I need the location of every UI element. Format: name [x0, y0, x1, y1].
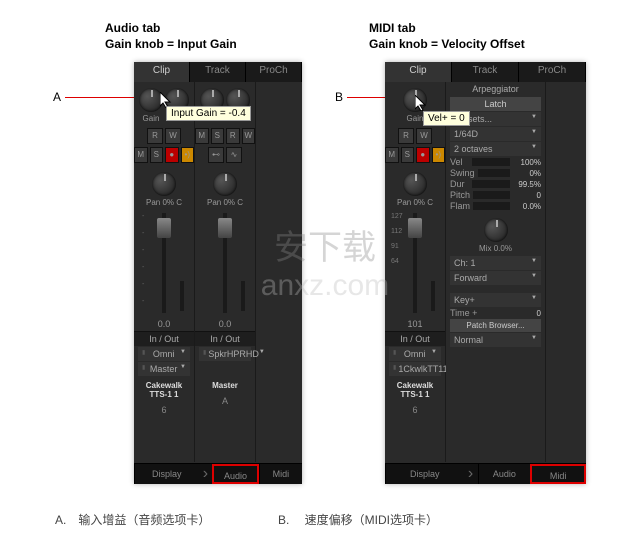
pan-knob-master[interactable] — [213, 172, 237, 196]
callout-b: B — [335, 90, 343, 104]
footer-display[interactable]: Display — [134, 464, 198, 484]
arp-normal[interactable]: Normal — [450, 333, 541, 347]
tab-proch-r[interactable]: ProCh — [519, 62, 586, 82]
echo-button[interactable]: •) — [181, 147, 195, 163]
echo-midi[interactable]: •) — [432, 147, 446, 163]
tab-track-r[interactable]: Track — [452, 62, 519, 82]
footer-audio-tab[interactable]: Audio — [212, 464, 258, 484]
input-dropdown[interactable]: Omni — [138, 347, 190, 361]
tab-clip[interactable]: Clip — [134, 62, 190, 82]
output-dropdown[interactable]: Master — [138, 362, 190, 376]
output-spkr[interactable]: SpkrHPRHD — [199, 347, 251, 361]
footer-midi-tab[interactable]: Midi — [259, 464, 302, 484]
solo-midi[interactable]: S — [401, 147, 415, 163]
heading-midi-tab: MIDI tab — [369, 21, 525, 37]
heading-audio-tab: Audio tab — [105, 21, 237, 37]
fader-value: 0.0 — [134, 317, 194, 331]
arp-dur-slider[interactable] — [472, 180, 510, 188]
arp-swing-slider[interactable] — [478, 169, 510, 177]
arp-rate[interactable]: 1/64D — [450, 127, 541, 141]
callout-a: A — [53, 90, 61, 104]
arp-pitch-slider[interactable] — [473, 191, 510, 199]
arp-key[interactable]: Key+ — [450, 293, 541, 307]
input-midi[interactable]: Omni — [389, 347, 441, 361]
record-midi[interactable]: ● — [416, 147, 430, 163]
track-name: Cakewalk TTS-1 1 — [134, 377, 194, 403]
link-button[interactable]: ⊷ — [208, 147, 224, 163]
pan-label-2: Pan 0% C — [138, 198, 190, 207]
read-button[interactable]: R — [147, 128, 163, 144]
footnote-b: B. 速度偏移（MIDI选项卡） — [278, 511, 438, 528]
arp-channel[interactable]: Ch: 1 — [450, 256, 541, 270]
tooltip-input-gain: Input Gain = -0.4 — [166, 106, 251, 121]
pan-midi[interactable] — [403, 172, 427, 196]
arp-direction[interactable]: Forward — [450, 271, 541, 285]
heading-midi-sub: Gain knob = Velocity Offset — [369, 37, 525, 53]
read-midi[interactable]: R — [398, 128, 414, 144]
record-button[interactable]: ● — [165, 147, 179, 163]
solo-button[interactable]: S — [150, 147, 164, 163]
arp-flam-slider[interactable] — [473, 202, 510, 210]
footer-midi-tab-r[interactable]: Midi — [530, 464, 586, 484]
footnote-a: A. 输入增益（音频选项卡） — [55, 511, 210, 528]
wave-button[interactable]: ∿ — [226, 147, 242, 163]
midi-channel-strip: Gain R W M S ● •) Pan 0% C 127112 9164 1… — [385, 82, 446, 462]
fader-area: ------ — [138, 213, 190, 313]
write-button[interactable]: W — [165, 128, 181, 144]
inspector-panel-audio: Clip Track ProCh Gain A R W M S ● •) Pan… — [134, 62, 302, 484]
inout-label: In / Out — [134, 331, 194, 346]
inspector-panel-midi: Clip Track ProCh Gain R W M S ● •) Pan 0… — [385, 62, 586, 484]
arp-title: Arpeggiator — [450, 82, 541, 96]
fader-cap[interactable] — [157, 218, 171, 238]
footer-chevron-r[interactable]: › — [464, 464, 478, 484]
tab-clip-r[interactable]: Clip — [385, 62, 452, 82]
fader-midi[interactable] — [408, 218, 422, 238]
footer-audio-tab-r[interactable]: Audio — [478, 464, 531, 484]
read-master[interactable]: R — [226, 128, 240, 144]
arp-vel-slider[interactable] — [472, 158, 510, 166]
solo-master[interactable]: S — [211, 128, 225, 144]
gain-label: Gain — [138, 114, 164, 123]
arpeggiator-panel: Arpeggiator Latch Presets... 1/64D 2 oct… — [446, 82, 546, 462]
arp-octaves[interactable]: 2 octaves — [450, 142, 541, 156]
tab-track[interactable]: Track — [190, 62, 246, 82]
channel-strip-master: Gain C M S R W ⊷ ∿ Pan 0% C 0.0 In / Out… — [195, 82, 256, 462]
output-midi[interactable]: 1CkwlkTT11 — [389, 362, 441, 376]
fader-cap-master[interactable] — [218, 218, 232, 238]
write-master[interactable]: W — [242, 128, 256, 144]
heading-audio-sub: Gain knob = Input Gain — [105, 37, 237, 53]
tooltip-velocity: Vel+ = 0 — [423, 111, 470, 126]
tab-proch[interactable]: ProCh — [246, 62, 302, 82]
arp-patch-browser[interactable]: Patch Browser... — [450, 319, 541, 332]
arp-mix-knob[interactable] — [484, 218, 508, 242]
footer-chevron[interactable]: › — [198, 464, 212, 484]
mute-master[interactable]: M — [195, 128, 209, 144]
mute-button[interactable]: M — [134, 147, 148, 163]
footer-display-r[interactable]: Display — [385, 464, 464, 484]
channel-strip-1: Gain A R W M S ● •) Pan 0% C ------ 0.0 … — [134, 82, 195, 462]
cursor-icon-r — [415, 95, 427, 111]
track-number: 6 — [134, 403, 194, 417]
mute-midi[interactable]: M — [385, 147, 399, 163]
arp-latch-button[interactable]: Latch — [450, 97, 541, 111]
write-midi[interactable]: W — [416, 128, 432, 144]
pan-knob[interactable] — [152, 172, 176, 196]
level-meter — [180, 281, 184, 311]
